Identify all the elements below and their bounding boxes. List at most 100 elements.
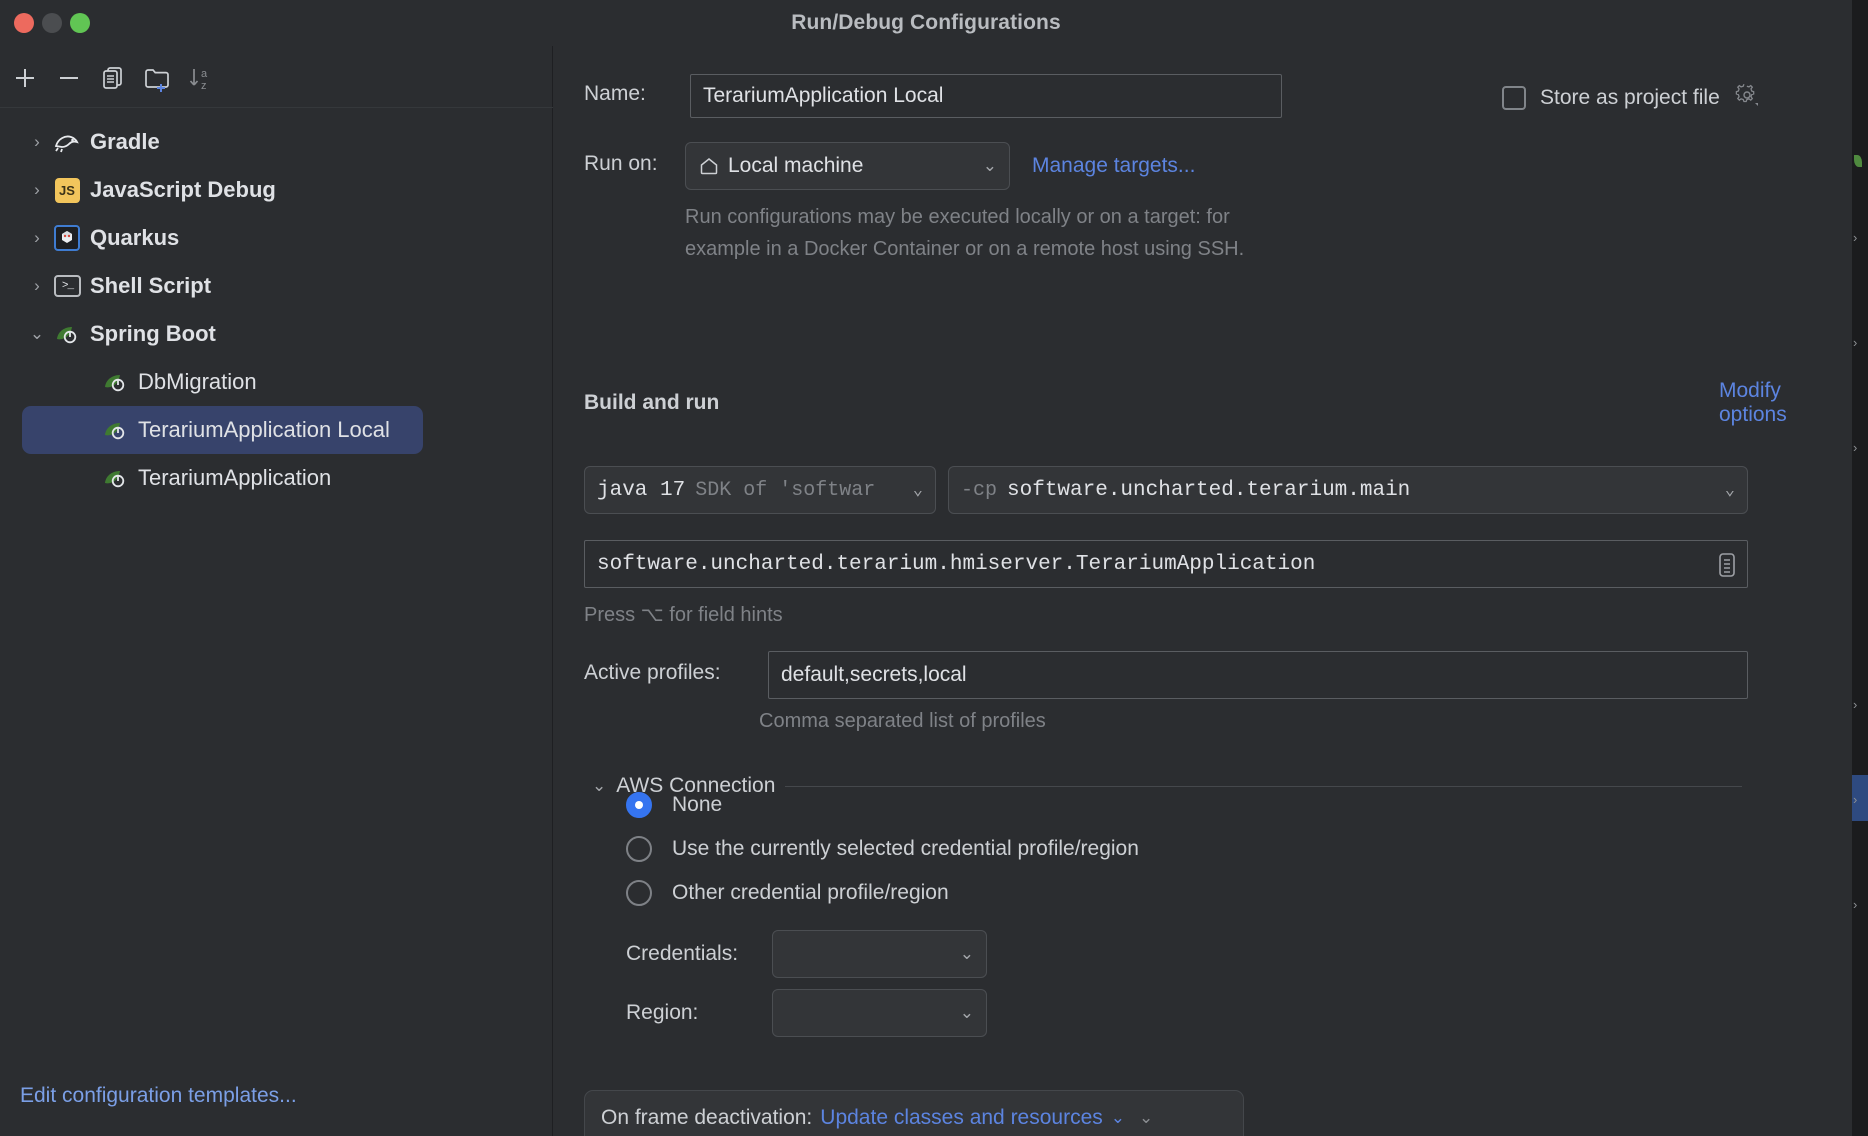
on-frame-deactivation-row[interactable]: On frame deactivation: Update classes an… (584, 1090, 1244, 1136)
background-window-sliver: › › › › › › (1852, 0, 1868, 1136)
field-hints-text: Press ⌥ for field hints (584, 604, 783, 626)
store-as-project-file-checkbox[interactable] (1502, 85, 1526, 110)
aws-connection-section-header[interactable]: ⌄ AWS Connection (592, 774, 1742, 798)
home-icon (698, 155, 720, 177)
credentials-label: Credentials: (626, 942, 739, 965)
sidebar-item-label: Quarkus (90, 225, 180, 250)
sidebar-item-label: JavaScript Debug (90, 177, 276, 202)
configuration-detail-panel: Name: TerariumApplication Local Store as… (554, 46, 1852, 1136)
add-configuration-button[interactable] (6, 59, 44, 97)
configurations-sidebar: a z › Gradle › JS JavaScript Debug › Qua… (0, 46, 553, 1136)
chevron-right-icon[interactable]: › (22, 132, 52, 152)
spring-boot-icon (100, 463, 130, 493)
sidebar-item-label: TerariumApplication (138, 465, 332, 490)
sidebar-item-quarkus[interactable]: › Quarkus (0, 214, 553, 262)
build-and-run-title: Build and run (584, 391, 720, 414)
classpath-prefix: -cp (961, 478, 998, 502)
sidebar-item-terariumapplication-local[interactable]: TerariumApplication Local (22, 406, 423, 454)
chevron-down-icon[interactable]: ⌄ (983, 156, 997, 176)
run-on-description-line2: example in a Docker Container or on a re… (685, 238, 1245, 260)
chevron-down-icon[interactable]: ⌄ (592, 776, 606, 796)
sidebar-item-terariumapplication[interactable]: TerariumApplication (0, 454, 553, 502)
chevron-right-icon[interactable]: › (22, 180, 52, 200)
chevron-down-icon[interactable]: ⌄ (960, 1003, 974, 1023)
spring-boot-icon (52, 319, 82, 349)
chevron-right-icon[interactable]: › (22, 276, 52, 296)
aws-option-current-profile[interactable]: Use the currently selected credential pr… (626, 836, 1139, 862)
classpath-dropdown[interactable]: -cp software.uncharted.terarium.main ⌄ (948, 466, 1748, 514)
name-input[interactable]: TerariumApplication Local (690, 74, 1282, 118)
aws-option-label: Other credential profile/region (672, 881, 949, 904)
jre-value: java 17 (597, 478, 686, 502)
chevron-down-icon[interactable]: ⌄ (1111, 1108, 1125, 1128)
main-class-input[interactable]: software.uncharted.terarium.hmiserver.Te… (584, 540, 1748, 588)
classpath-value: software.uncharted.terarium.main (1007, 478, 1411, 502)
modify-options-link[interactable]: Modify options (1719, 379, 1852, 427)
run-on-row: Run on: (584, 152, 658, 176)
remove-configuration-button[interactable] (50, 59, 88, 97)
on-frame-deactivation-value[interactable]: Update classes and resources (820, 1106, 1103, 1130)
radio-other-profile[interactable] (626, 880, 652, 906)
manage-targets-link[interactable]: Manage targets... (1032, 154, 1195, 178)
class-browse-icon[interactable] (1714, 551, 1740, 584)
run-on-label: Run on: (584, 152, 658, 175)
store-as-project-file-row[interactable]: Store as project file (1502, 82, 1760, 113)
region-dropdown[interactable]: ⌄ (772, 989, 987, 1037)
shell-script-icon: >_ (52, 271, 82, 301)
run-on-value: Local machine (728, 154, 864, 177)
sidebar-item-label: TerariumApplication Local (138, 417, 390, 442)
run-on-description-line1: Run configurations may be executed local… (685, 206, 1230, 228)
chevron-down-icon[interactable]: ⌄ (1725, 480, 1735, 501)
run-on-dropdown[interactable]: Local machine ⌄ (685, 142, 1010, 190)
close-icon[interactable]: ⌄ (1139, 1108, 1153, 1128)
active-profiles-label: Active profiles: (584, 661, 721, 684)
copy-configuration-button[interactable] (94, 59, 132, 97)
aws-option-none[interactable]: None (626, 792, 722, 818)
radio-current-profile[interactable] (626, 836, 652, 862)
store-as-project-file-label: Store as project file (1540, 85, 1720, 109)
chevron-down-icon[interactable]: ⌄ (960, 944, 974, 964)
quarkus-icon (52, 223, 82, 253)
aws-option-other-profile[interactable]: Other credential profile/region (626, 880, 949, 906)
aws-option-label: Use the currently selected credential pr… (672, 837, 1139, 860)
title-bar: Run/Debug Configurations (0, 0, 1852, 46)
new-folder-button[interactable] (138, 59, 176, 97)
sidebar-item-label: Shell Script (90, 273, 212, 298)
sidebar-toolbar: a z (0, 46, 553, 108)
sidebar-item-javascript-debug[interactable]: › JS JavaScript Debug (0, 166, 553, 214)
sidebar-item-label: Gradle (90, 129, 160, 154)
region-label: Region: (626, 1001, 699, 1024)
on-frame-deactivation-label: On frame deactivation: (601, 1106, 813, 1129)
svg-text:a: a (201, 68, 208, 80)
section-divider (785, 785, 1742, 787)
sidebar-item-dbmigration[interactable]: DbMigration (0, 358, 553, 406)
sidebar-item-spring-boot[interactable]: ⌄ Spring Boot (0, 310, 553, 358)
active-profiles-hint: Comma separated list of profiles (759, 710, 1046, 732)
gradle-icon (52, 127, 82, 157)
edit-configuration-templates-link[interactable]: Edit configuration templates... (20, 1084, 297, 1108)
dialog-title: Run/Debug Configurations (791, 11, 1061, 34)
spring-boot-icon (100, 367, 130, 397)
jre-hint: SDK of 'softwar (695, 478, 876, 502)
gear-icon[interactable] (1734, 82, 1760, 113)
jre-dropdown[interactable]: java 17 SDK of 'softwar ⌄ (584, 466, 936, 514)
active-profiles-input[interactable]: default,secrets,local (768, 651, 1748, 699)
chevron-right-icon[interactable]: › (22, 228, 52, 248)
svg-text:z: z (201, 80, 207, 92)
sidebar-item-label: DbMigration (138, 369, 257, 394)
spring-boot-icon (100, 415, 130, 445)
credentials-dropdown[interactable]: ⌄ (772, 930, 987, 978)
javascript-icon: JS (52, 175, 82, 205)
name-label: Name: (584, 82, 646, 105)
sort-alphabetically-button[interactable]: a z (182, 59, 220, 97)
run-debug-configurations-dialog: › › › › › › Run/Debug Configurations a z… (0, 0, 1868, 1136)
chevron-down-icon[interactable]: ⌄ (22, 324, 52, 344)
configurations-tree[interactable]: › Gradle › JS JavaScript Debug › Quarkus… (0, 108, 553, 1068)
radio-none[interactable] (626, 792, 652, 818)
sidebar-item-shell-script[interactable]: › >_ Shell Script (0, 262, 553, 310)
aws-option-label: None (672, 793, 723, 816)
sidebar-item-gradle[interactable]: › Gradle (0, 118, 553, 166)
sidebar-item-label: Spring Boot (90, 321, 216, 346)
name-row: Name: (584, 82, 646, 106)
chevron-down-icon[interactable]: ⌄ (913, 480, 923, 501)
